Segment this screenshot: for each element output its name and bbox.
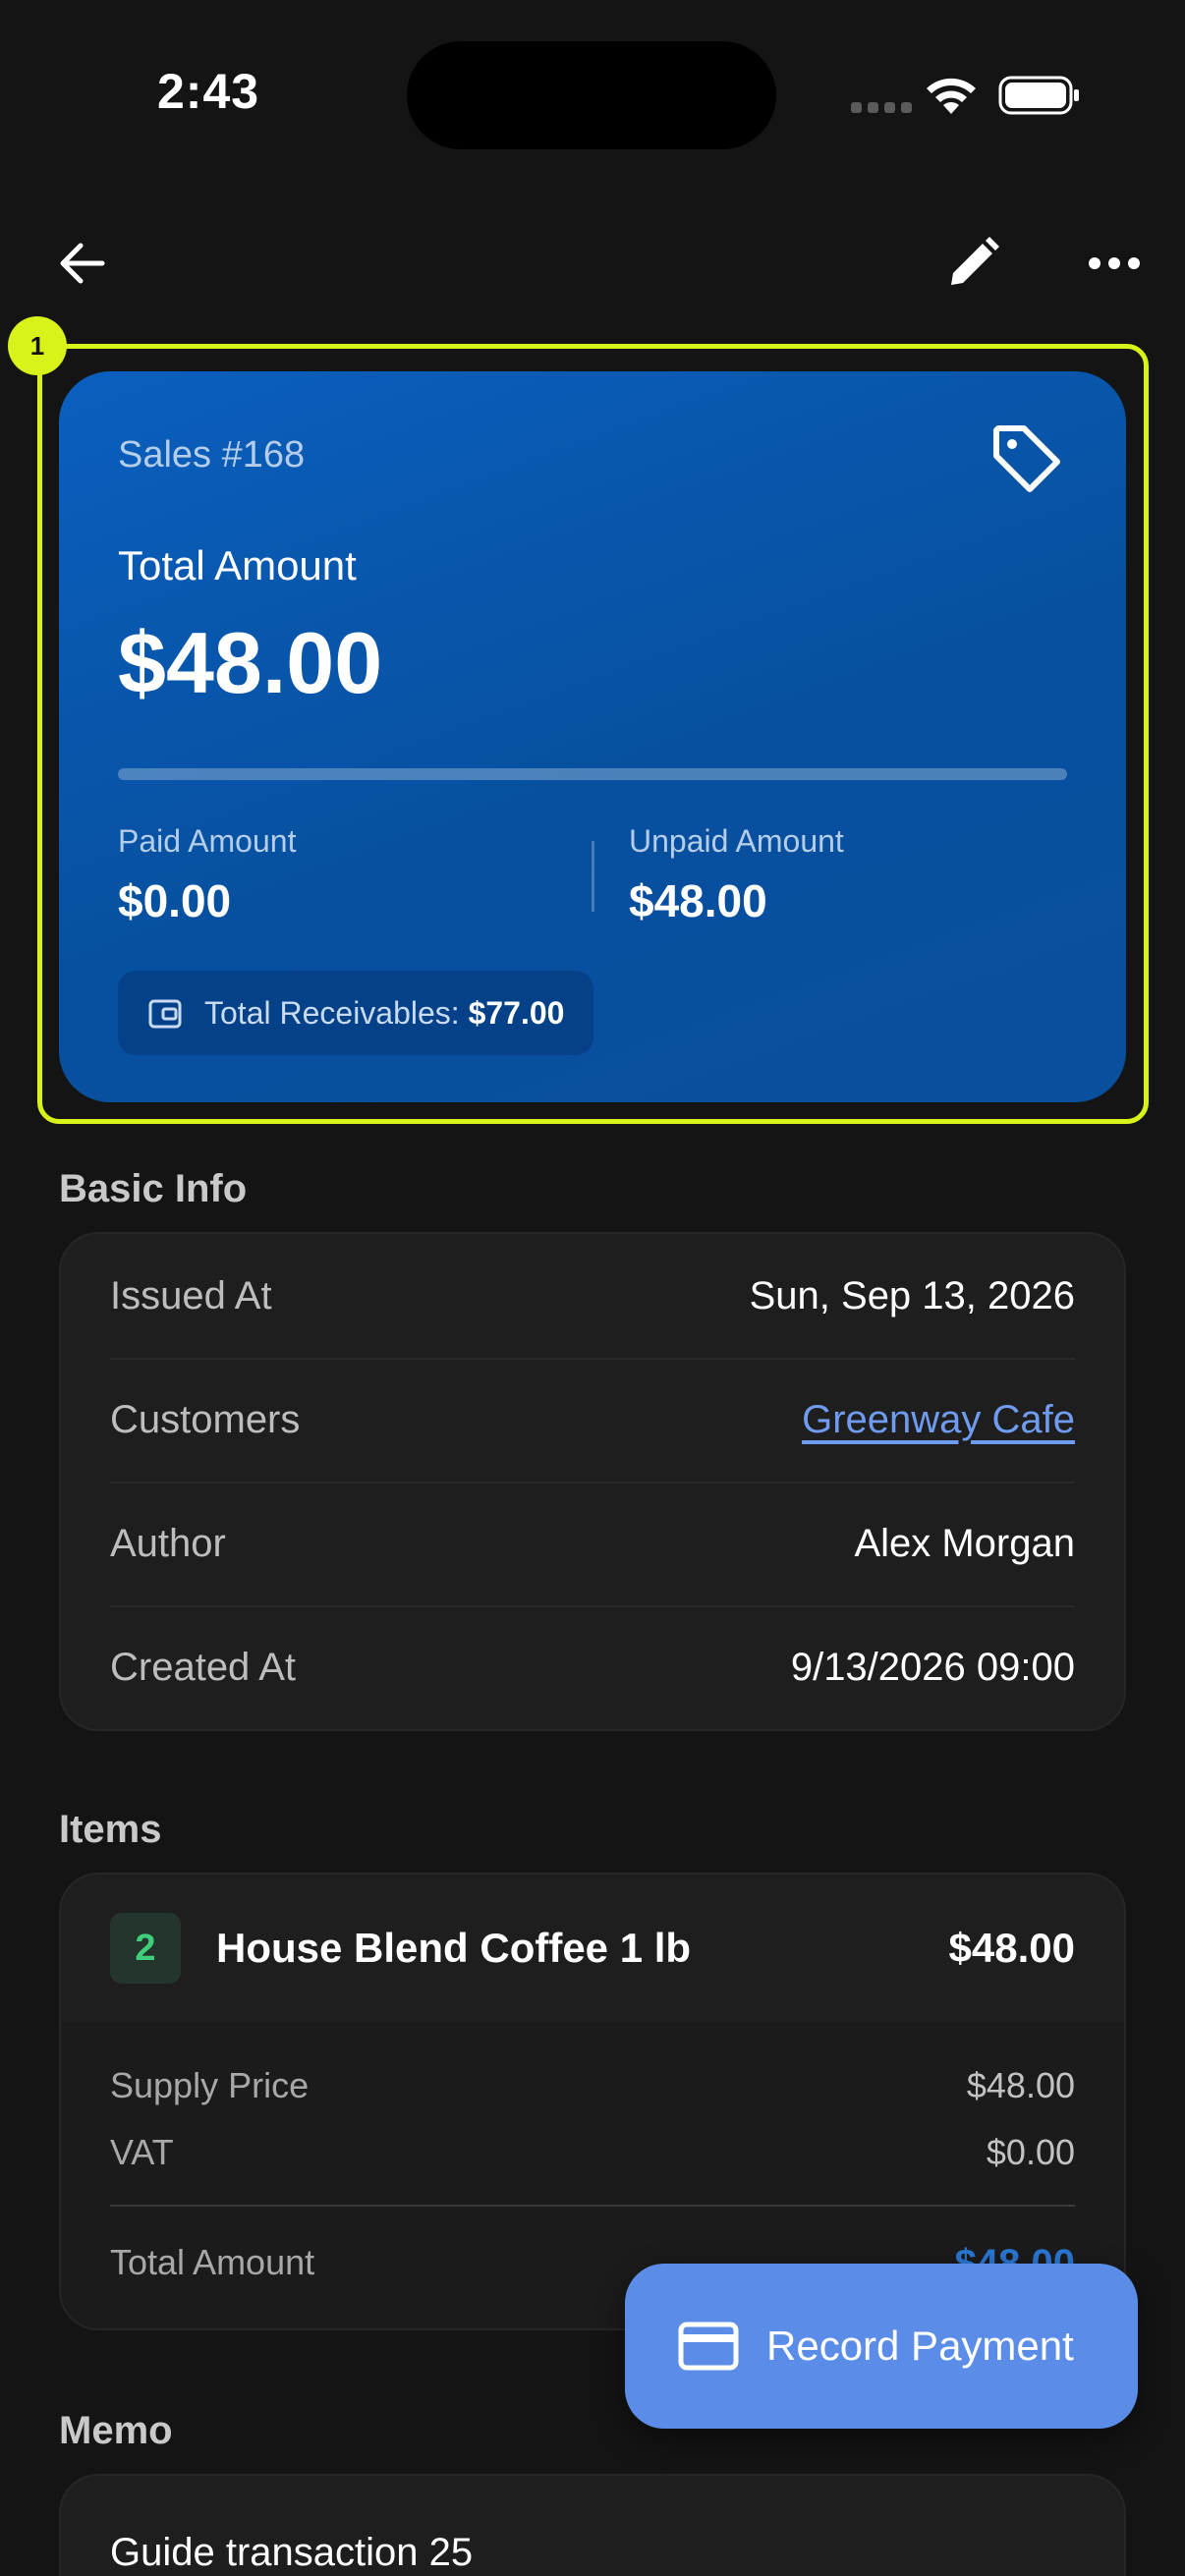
edit-button[interactable] <box>937 228 1008 299</box>
info-value: Alex Morgan <box>854 1521 1075 1565</box>
vat-row: VAT $0.00 <box>110 2132 1075 2173</box>
item-header: 2 House Blend Coffee 1 lb $48.00 <box>61 1875 1124 2022</box>
vat-value: $0.00 <box>986 2132 1075 2172</box>
items-title: Items <box>59 1808 162 1851</box>
more-options-button[interactable] <box>1079 228 1150 299</box>
info-label: Created At <box>110 1645 297 1689</box>
info-row-created-at: Created At 9/13/2026 09:00 <box>110 1605 1075 1729</box>
supply-price-value: $48.00 <box>966 2065 1075 2105</box>
supply-price-row: Supply Price $48.00 <box>110 2065 1075 2106</box>
basic-info-card: Issued At Sun, Sep 13, 2026 Customers Gr… <box>59 1232 1126 1731</box>
item-card[interactable]: 2 House Blend Coffee 1 lb $48.00 Supply … <box>59 1873 1126 2330</box>
item-price: $48.00 <box>948 1925 1075 1971</box>
info-label: Author <box>110 1521 226 1565</box>
credit-card-icon <box>678 2322 739 2371</box>
back-button[interactable] <box>47 228 118 299</box>
info-row-issued-at: Issued At Sun, Sep 13, 2026 <box>110 1234 1075 1358</box>
vat-label: VAT <box>110 2132 174 2172</box>
item-name: House Blend Coffee 1 lb <box>216 1925 692 1971</box>
wifi-icon <box>927 78 976 114</box>
item-quantity-badge: 2 <box>110 1913 181 1984</box>
info-row-customers: Customers Greenway Cafe <box>110 1358 1075 1482</box>
dynamic-island <box>407 41 776 149</box>
customer-link[interactable]: Greenway Cafe <box>802 1398 1075 1442</box>
record-payment-label: Record Payment <box>766 2323 1074 2369</box>
memo-text: Guide transaction 25 <box>110 2531 474 2574</box>
pencil-icon <box>951 237 999 285</box>
item-divider <box>110 2205 1075 2207</box>
arrow-left-icon <box>60 243 105 284</box>
memo-card: Guide transaction 25 <box>59 2474 1126 2576</box>
info-label: Issued At <box>110 1273 272 1317</box>
highlight-frame <box>37 344 1149 1124</box>
supply-price-label: Supply Price <box>110 2065 310 2105</box>
info-row-author: Author Alex Morgan <box>110 1482 1075 1605</box>
more-horizontal-icon <box>1089 257 1140 269</box>
info-value: 9/13/2026 09:00 <box>790 1645 1075 1689</box>
cellular-signal-icon <box>851 102 912 113</box>
memo-title: Memo <box>59 2409 173 2452</box>
info-value: Sun, Sep 13, 2026 <box>749 1273 1075 1317</box>
basic-info-title: Basic Info <box>59 1167 248 1210</box>
info-label: Customers <box>110 1397 301 1441</box>
battery-icon <box>998 76 1079 115</box>
status-time: 2:43 <box>157 64 260 119</box>
highlight-badge: 1 <box>8 316 67 375</box>
item-total-label: Total Amount <box>110 2242 315 2282</box>
record-payment-button[interactable]: Record Payment <box>625 2264 1138 2429</box>
